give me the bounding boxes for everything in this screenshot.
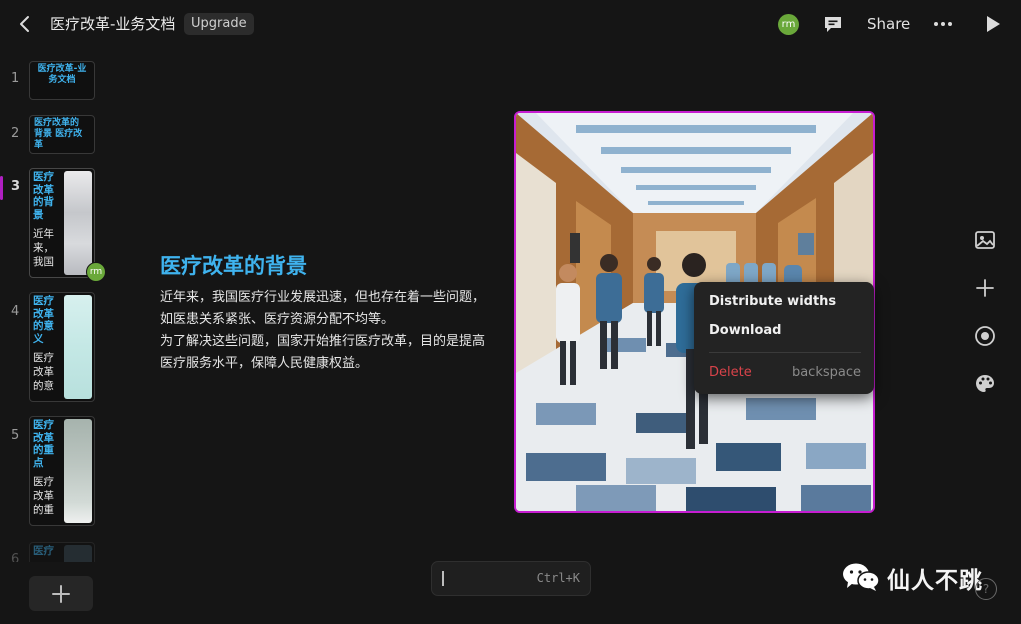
slide-thumb-title: 医疗改革的重点 xyxy=(33,419,54,469)
watermark-text: 仙人不跳 xyxy=(887,568,983,594)
command-shortcut-hint: Ctrl+K xyxy=(536,571,580,585)
delete-menu-item[interactable]: Delete xyxy=(709,365,752,380)
slide-thumb-body: 医疗改革的重 xyxy=(33,476,54,516)
slide-number: 6 xyxy=(11,552,20,562)
slide-paragraph[interactable]: 近年来，我国医疗行业发展迅速，但也存在着一些问题，如医患关系紧张、医疗资源分配不… xyxy=(160,287,490,331)
user-avatar[interactable]: rm xyxy=(778,14,799,35)
slide-thumb-image xyxy=(64,295,92,399)
slide-thumbnail-1[interactable]: 1 医疗改革-业务文档 xyxy=(0,60,100,100)
share-button[interactable]: Share xyxy=(867,15,910,33)
command-input[interactable]: Ctrl+K xyxy=(431,561,591,596)
add-slide-button[interactable] xyxy=(29,576,93,611)
play-icon[interactable] xyxy=(983,12,1003,36)
slide-title[interactable]: 医疗改革的背景 xyxy=(160,250,307,280)
slide-thumbnail-3[interactable]: 3 医疗改革的背景 近年来，我国 xyxy=(0,168,100,278)
upgrade-button[interactable]: Upgrade xyxy=(184,13,254,35)
distribute-widths-menu-item[interactable]: Distribute widths xyxy=(709,294,836,309)
plus-icon[interactable] xyxy=(973,276,997,300)
collaborator-avatar: rm xyxy=(86,262,106,282)
delete-shortcut-hint: backspace xyxy=(791,365,861,380)
slide-number: 3 xyxy=(11,179,21,194)
slide-thumb-title: 医疗改革的背景 医疗改革 xyxy=(34,118,83,150)
comment-icon[interactable] xyxy=(822,12,844,36)
slide-thumb-title: 医疗改革-业务文档 xyxy=(37,64,87,85)
document-title[interactable]: 医疗改革-业务文档 xyxy=(50,13,175,34)
slide-thumb-title: 医疗改革的背景 xyxy=(33,171,54,221)
slide-thumb-image xyxy=(64,171,92,275)
menu-divider xyxy=(709,352,861,353)
slide-thumb-image xyxy=(64,419,92,523)
slide-thumb-body: 医疗改革的意 xyxy=(33,352,54,392)
slide-number: 4 xyxy=(11,304,20,319)
slide-thumbnail-4[interactable]: 4 医疗改革的意义 医疗改革的意 xyxy=(0,292,100,402)
back-arrow-icon[interactable] xyxy=(14,12,36,36)
help-icon[interactable]: ? xyxy=(975,578,997,600)
slide-thumb-title: 医疗改革的意义 xyxy=(33,295,54,345)
palette-icon[interactable] xyxy=(973,372,997,396)
record-icon[interactable] xyxy=(973,324,997,348)
image-icon[interactable] xyxy=(973,228,997,252)
plus-icon xyxy=(52,585,70,603)
slide-paragraph[interactable]: 为了解决这些问题，国家开始推行医疗改革，目的是提高医疗服务水平，保障人民健康权益… xyxy=(160,331,490,375)
slide-thumb-title: 医疗 xyxy=(33,545,54,557)
slide-thumb-body: 近年来，我国 xyxy=(33,228,54,268)
slide-thumbnail-5[interactable]: 5 医疗改革的重点 医疗改革的重 xyxy=(0,416,100,526)
slide-number: 5 xyxy=(11,428,20,443)
download-menu-item[interactable]: Download xyxy=(709,323,781,338)
more-icon[interactable] xyxy=(931,12,955,36)
slide-thumbnail-6[interactable]: 6 医疗 xyxy=(0,540,100,562)
wechat-icon xyxy=(843,563,880,591)
text-caret xyxy=(442,571,444,586)
slide-thumb-image xyxy=(64,545,92,562)
slide-number: 1 xyxy=(11,71,20,86)
slide-number: 2 xyxy=(11,126,20,141)
slide-thumbnail-2[interactable]: 2 医疗改革的背景 医疗改革 xyxy=(0,114,100,154)
image-context-menu: Distribute widths Download Delete backsp… xyxy=(694,282,874,394)
